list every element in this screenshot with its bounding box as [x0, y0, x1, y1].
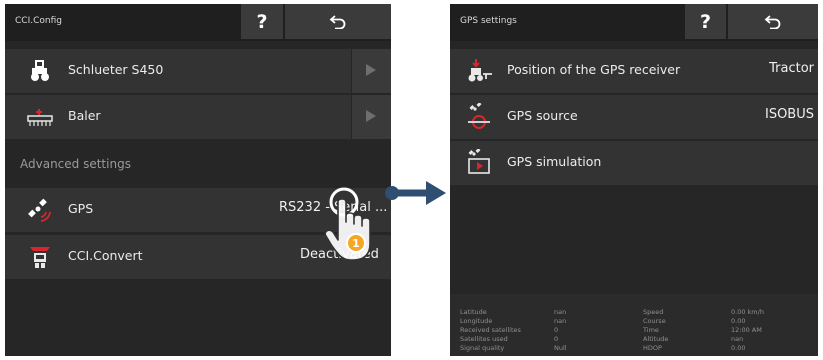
baler-icon [27, 109, 53, 126]
help-icon: ? [256, 10, 268, 33]
gps-source-value: ISOBUS [764, 107, 814, 122]
cci-config-screen: CCI.Config ? Schlueter S450 Baler Advanc… [5, 4, 391, 356]
list-item-gps-receiver-position[interactable]: Position of the GPS receiver Tractor [450, 49, 818, 93]
back-button[interactable] [728, 4, 818, 39]
step-number-badge: 1 [346, 233, 366, 253]
list-item-gps-source[interactable]: GPS source ISOBUS [450, 95, 818, 139]
gps-status-panel: Latitude nan Longitude nan Received sate… [450, 294, 818, 356]
gps-simulation-icon [468, 149, 490, 174]
screen-title: GPS settings [460, 16, 517, 26]
status-label: Time [643, 326, 659, 334]
status-label: Signal quality [460, 344, 505, 352]
status-label: Latitude [460, 308, 487, 316]
gps-receiver-position-icon [468, 59, 492, 82]
help-button[interactable]: ? [241, 4, 283, 39]
status-value: 0 [554, 326, 559, 334]
status-label: Satellites used [460, 335, 508, 343]
list-item-label: GPS source [507, 108, 578, 123]
list-item-baler[interactable]: Baler [5, 95, 391, 139]
back-arrow-icon [329, 14, 346, 29]
list-item-label: CCI.Convert [68, 248, 143, 263]
open-button[interactable] [351, 49, 391, 93]
play-arrow-icon [366, 110, 376, 122]
status-value: nan [554, 317, 567, 325]
section-header: Advanced settings [20, 157, 131, 171]
status-label: Course [643, 317, 666, 325]
back-arrow-icon [764, 14, 781, 29]
satellite-icon [28, 198, 51, 222]
tractor-icon [31, 60, 49, 81]
status-label: HDOP [643, 344, 662, 352]
status-value: Null [554, 344, 567, 352]
status-label: Received satellites [460, 326, 521, 334]
status-value: 0.00 [731, 317, 746, 325]
status-label: Longitude [460, 317, 493, 325]
status-value: 0.00 km/h [731, 308, 764, 316]
list-item-gps-simulation[interactable]: GPS simulation [450, 141, 818, 185]
help-button[interactable]: ? [685, 4, 726, 39]
transition-arrow-icon [385, 181, 446, 205]
screen-title: CCI.Config [15, 16, 62, 26]
list-item-tractor[interactable]: Schlueter S450 [5, 49, 391, 93]
gps-receiver-position-value: Tractor [769, 61, 814, 76]
status-value: nan [554, 308, 567, 316]
status-value: 0 [554, 335, 559, 343]
help-icon: ? [699, 10, 712, 33]
cci-convert-icon [30, 247, 50, 268]
header-bar: GPS settings ? [450, 4, 818, 41]
play-arrow-icon [366, 64, 376, 76]
open-button[interactable] [351, 95, 391, 139]
list-item-label: Baler [68, 108, 101, 123]
gps-source-icon [468, 103, 490, 129]
header-bar: CCI.Config ? [5, 4, 391, 41]
list-item-label: GPS [68, 201, 94, 216]
list-item-label: GPS simulation [507, 154, 602, 169]
status-label: Altitude [643, 335, 669, 343]
back-button[interactable] [285, 4, 391, 39]
status-value: 0.00 [731, 344, 746, 352]
status-value: 12:00 AM [731, 326, 762, 334]
status-value: nan [731, 335, 744, 343]
list-item-label: Position of the GPS receiver [507, 62, 681, 77]
status-label: Speed [643, 308, 664, 316]
gps-settings-screen: GPS settings ? Position of the GPS recei… [450, 4, 818, 356]
list-item-label: Schlueter S450 [68, 62, 164, 77]
